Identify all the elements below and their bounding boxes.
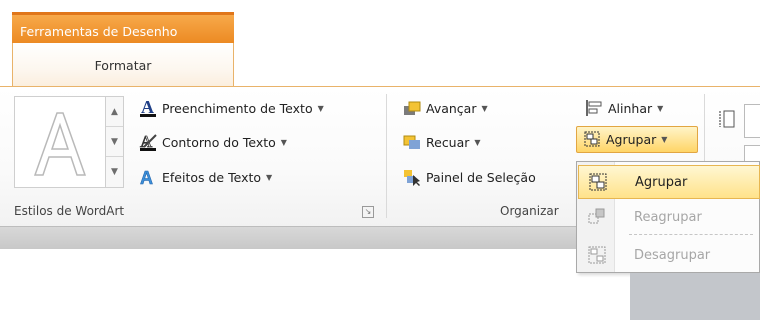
document-background <box>630 273 760 320</box>
group-icon <box>582 129 602 149</box>
organize-group-label: Organizar <box>500 204 559 218</box>
svg-text:A: A <box>140 168 153 187</box>
menu-item-reagrupar[interactable]: Reagrupar <box>578 200 760 234</box>
text-fill-button[interactable]: A Preenchimento de Texto ▼ <box>138 97 324 119</box>
bring-forward-icon <box>402 98 422 118</box>
wordart-gallery[interactable] <box>14 96 106 188</box>
gallery-scroll-down-icon[interactable]: ▼ <box>106 127 123 157</box>
group-icon <box>579 171 617 193</box>
dialog-launcher-icon[interactable]: ↘ <box>362 206 374 218</box>
drawing-tools-context-header: Ferramentas de Desenho <box>12 12 234 43</box>
gallery-scroll-up-icon[interactable]: ▲ <box>106 97 123 127</box>
menu-item-desagrupar[interactable]: Desagrupar <box>578 238 760 272</box>
bring-forward-button[interactable]: Avançar ▼ <box>402 97 488 119</box>
send-backward-icon <box>402 132 422 152</box>
menu-item-agrupar[interactable]: Agrupar <box>578 165 760 199</box>
send-backward-button[interactable]: Recuar ▼ <box>402 131 481 153</box>
text-effects-icon: A <box>138 167 158 187</box>
align-button[interactable]: Alinhar ▼ <box>584 97 663 119</box>
shape-height-input[interactable] <box>744 104 760 138</box>
tab-formatar[interactable]: Formatar <box>12 43 234 87</box>
selection-pane-icon <box>402 167 422 187</box>
align-icon <box>584 98 604 118</box>
gallery-scroll[interactable]: ▲ ▼ ▼ <box>106 96 124 188</box>
text-outline-icon: A <box>138 132 158 152</box>
size-icon <box>716 108 738 133</box>
wordart-style-icon <box>33 112 87 176</box>
group-button-content[interactable]: Agrupar ▼ <box>582 128 667 150</box>
gallery-more-icon[interactable]: ▼ <box>106 157 123 187</box>
text-effects-button[interactable]: A Efeitos de Texto ▼ <box>138 166 272 188</box>
group-dropdown-menu: Agrupar Reagrupar Desagrupar <box>576 161 760 273</box>
selection-pane-button[interactable]: Painel de Seleção <box>402 166 536 188</box>
menu-separator <box>629 234 753 235</box>
group-separator <box>386 94 387 218</box>
ungroup-icon <box>578 244 616 266</box>
wordart-group-label: Estilos de WordArt <box>14 204 125 218</box>
regroup-icon <box>578 206 616 228</box>
text-fill-icon: A <box>138 98 158 118</box>
text-outline-button[interactable]: A Contorno do Texto ▼ <box>138 131 287 153</box>
